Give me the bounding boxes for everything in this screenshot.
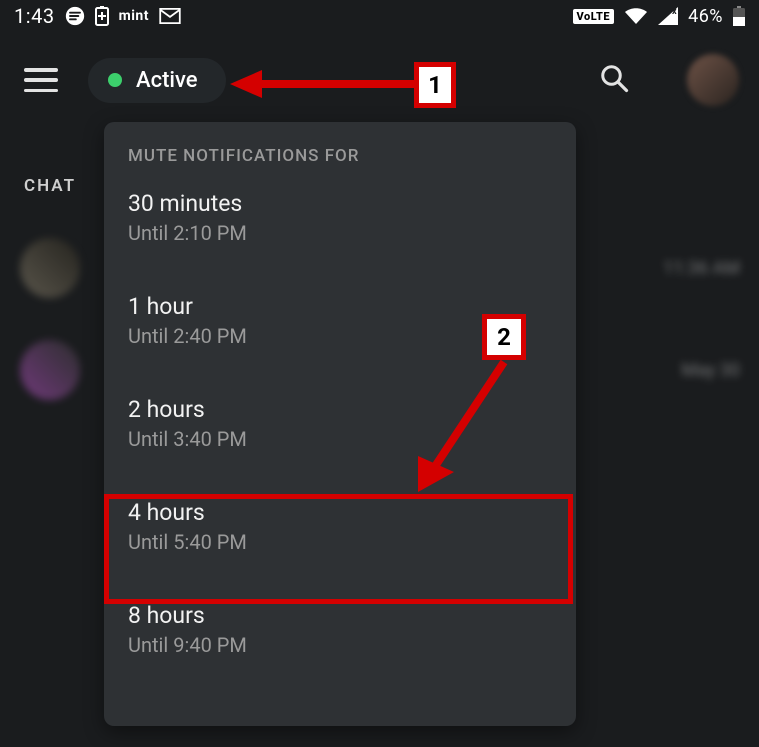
chat-timestamp: 11:36 AM [663,258,740,279]
annotation-arrow-1 [230,70,420,100]
status-chip-label: Active [136,68,198,93]
section-label-chat: CHAT [24,176,76,196]
battery-plus-icon [95,6,109,26]
battery-pct: 46% [688,6,723,27]
annotation-callout-1: 1 [414,62,456,108]
presence-dot-icon [108,73,122,87]
mute-option-30m[interactable]: 30 minutes Until 2:10 PM [104,176,576,261]
gmail-icon [159,8,181,24]
svg-text:x: x [672,7,677,17]
status-bar: 1:43 mint VoLTE x 46% [0,0,759,30]
annotation-callout-2: 2 [482,314,526,360]
chat-timestamp: May 30 [681,360,740,381]
signal-icon: x [658,7,678,25]
search-icon [599,63,629,93]
mute-option-until: Until 2:10 PM [128,221,552,245]
mute-option-label: 8 hours [128,602,552,629]
chat-avatar [20,340,80,400]
wifi-icon [624,7,648,25]
volte-badge: VoLTE [573,9,615,24]
annotation-highlight-4h [104,494,573,604]
status-time: 1:43 [14,4,55,28]
popup-title: MUTE NOTIFICATIONS FOR [104,146,576,176]
mute-option-label: 30 minutes [128,190,552,217]
search-button[interactable] [599,63,629,97]
carrier-label: mint [119,8,149,24]
status-chip-active[interactable]: Active [88,58,226,103]
menu-button[interactable] [24,68,58,92]
annotation-arrow-2 [404,356,524,506]
chat-bubble-icon [65,6,85,26]
profile-avatar[interactable] [687,54,739,106]
chat-avatar [20,238,80,298]
battery-icon [733,6,745,26]
mute-option-until: Until 9:40 PM [128,633,552,657]
